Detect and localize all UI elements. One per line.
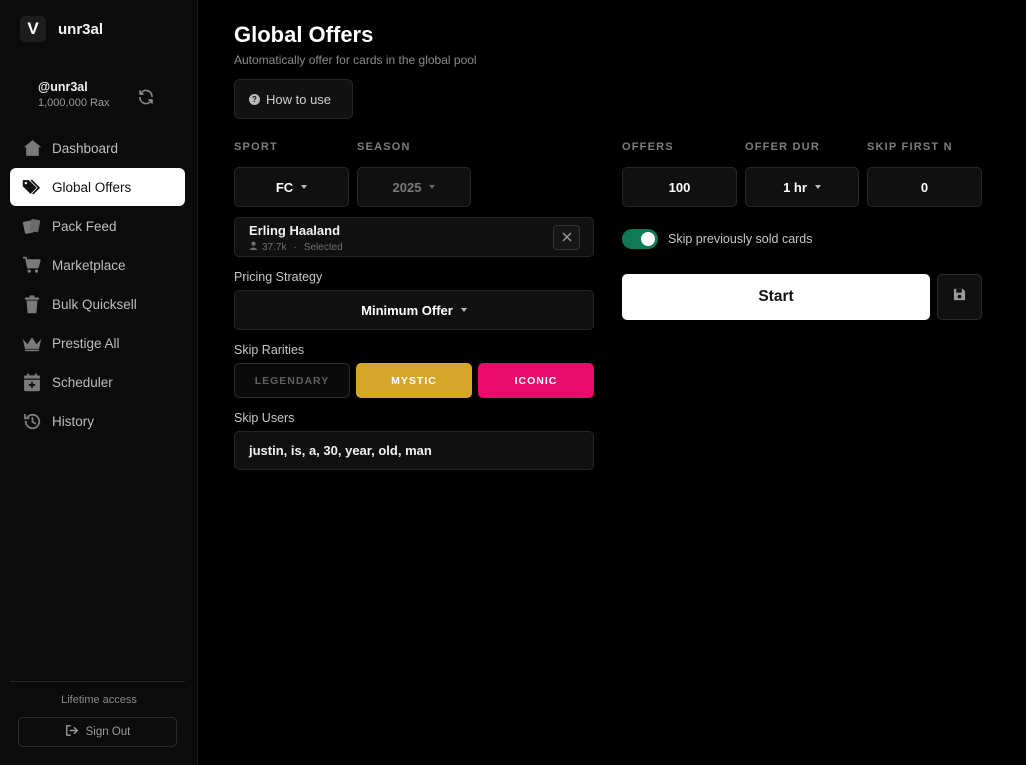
player-meta: 37.7k · Selected bbox=[249, 241, 343, 253]
sport-select[interactable]: FC bbox=[234, 167, 349, 207]
offer-duration-label: OFFER DUR bbox=[745, 141, 820, 153]
how-to-use-button[interactable]: ? How to use bbox=[234, 79, 353, 119]
how-to-use-label: How to use bbox=[266, 91, 332, 107]
sidebar: V unr3al @unr3al 1,000,000 Rax Dashboard… bbox=[0, 0, 198, 765]
sidebar-item-marketplace[interactable]: Marketplace bbox=[10, 246, 185, 284]
save-icon bbox=[953, 288, 966, 306]
crown-icon bbox=[22, 333, 42, 353]
user-balance: 1,000,000 Rax bbox=[38, 97, 110, 109]
access-status: Lifetime access bbox=[61, 694, 137, 706]
brand-logo: V bbox=[20, 16, 46, 42]
question-icon: ? bbox=[249, 93, 260, 105]
season-label: SEASON bbox=[357, 141, 411, 153]
start-button[interactable]: Start bbox=[622, 274, 930, 320]
sport-value: FC bbox=[275, 179, 294, 195]
pricing-strategy-select[interactable]: Minimum Offer bbox=[234, 290, 594, 330]
sidebar-item-label: Global Offers bbox=[52, 179, 132, 195]
rarity-iconic-toggle[interactable]: ICONIC bbox=[478, 363, 594, 398]
chevron-down-icon bbox=[460, 308, 467, 312]
chevron-down-icon bbox=[301, 185, 308, 189]
sidebar-item-prestige-all[interactable]: Prestige All bbox=[10, 324, 185, 362]
sidebar-item-dashboard[interactable]: Dashboard bbox=[10, 129, 185, 167]
sport-label: SPORT bbox=[234, 141, 278, 153]
toggle-knob bbox=[641, 232, 655, 246]
refresh-icon[interactable] bbox=[137, 88, 155, 106]
chevron-down-icon bbox=[814, 185, 821, 189]
close-icon bbox=[562, 230, 572, 245]
offer-duration-value: 1 hr bbox=[783, 179, 807, 195]
page-subtitle: Automatically offer for cards in the glo… bbox=[234, 53, 477, 67]
trash-icon bbox=[22, 294, 42, 314]
rarity-mystic-toggle[interactable]: MYSTIC bbox=[356, 363, 472, 398]
user-icon bbox=[249, 241, 258, 253]
chevron-down-icon bbox=[429, 185, 436, 189]
brand[interactable]: V unr3al bbox=[20, 16, 103, 42]
clear-player-button[interactable] bbox=[553, 225, 580, 250]
selected-player[interactable]: Erling Haaland 37.7k · Selected bbox=[234, 217, 594, 257]
sidebar-item-bulk-quicksell[interactable]: Bulk Quicksell bbox=[10, 285, 185, 323]
offers-label: OFFERS bbox=[622, 141, 674, 153]
sidebar-item-label: Pack Feed bbox=[52, 218, 117, 234]
skip-sold-toggle[interactable] bbox=[622, 229, 658, 249]
sidebar-item-label: History bbox=[52, 413, 95, 429]
sidebar-item-label: Marketplace bbox=[52, 257, 126, 273]
pricing-strategy-value: Minimum Offer bbox=[361, 302, 453, 318]
rarity-legendary-toggle[interactable]: LEGENDARY bbox=[234, 363, 350, 398]
home-icon bbox=[22, 138, 42, 158]
divider bbox=[10, 681, 185, 682]
sidebar-item-label: Scheduler bbox=[52, 374, 113, 390]
history-icon bbox=[22, 411, 42, 431]
offer-duration-select[interactable]: 1 hr bbox=[745, 167, 859, 207]
sidebar-item-label: Prestige All bbox=[52, 335, 120, 351]
sidebar-item-global-offers[interactable]: Global Offers bbox=[10, 168, 185, 206]
player-name: Erling Haaland bbox=[249, 223, 341, 238]
page-title: Global Offers bbox=[234, 22, 374, 47]
skip-first-n-input[interactable]: 0 bbox=[867, 167, 982, 207]
brand-name: unr3al bbox=[58, 20, 104, 38]
sidebar-item-label: Bulk Quicksell bbox=[52, 296, 137, 312]
season-select[interactable]: 2025 bbox=[357, 167, 471, 207]
cards-icon bbox=[22, 216, 42, 236]
sign-out-button[interactable]: Sign Out bbox=[18, 717, 177, 747]
skip-rarities-label: Skip Rarities bbox=[234, 343, 305, 357]
user-handle: @unr3al bbox=[38, 80, 88, 94]
skip-first-n-label: SKIP FIRST N bbox=[867, 141, 953, 153]
meta-separator: · bbox=[293, 241, 297, 253]
skip-sold-label: Skip previously sold cards bbox=[668, 232, 813, 246]
sidebar-nav: Dashboard Global Offers Pack Feed Market… bbox=[10, 129, 185, 441]
sidebar-item-scheduler[interactable]: Scheduler bbox=[10, 363, 185, 401]
sign-out-label: Sign Out bbox=[85, 726, 131, 738]
offers-input[interactable]: 100 bbox=[622, 167, 737, 207]
calendar-plus-icon bbox=[22, 372, 42, 392]
season-value: 2025 bbox=[392, 179, 422, 195]
sign-out-icon bbox=[65, 724, 79, 740]
tags-icon bbox=[22, 177, 42, 197]
pricing-strategy-label: Pricing Strategy bbox=[234, 270, 323, 284]
player-status: Selected bbox=[303, 241, 343, 253]
user-profile: @unr3al 1,000,000 Rax bbox=[38, 80, 110, 109]
sidebar-item-pack-feed[interactable]: Pack Feed bbox=[10, 207, 185, 245]
sidebar-item-history[interactable]: History bbox=[10, 402, 185, 440]
skip-users-input[interactable]: justin, is, a, 30, year, old, man bbox=[234, 431, 594, 470]
skip-users-label: Skip Users bbox=[234, 411, 295, 425]
save-button[interactable] bbox=[937, 274, 982, 320]
player-count: 37.7k bbox=[262, 241, 287, 253]
cart-icon bbox=[22, 255, 42, 275]
sidebar-item-label: Dashboard bbox=[52, 140, 119, 156]
